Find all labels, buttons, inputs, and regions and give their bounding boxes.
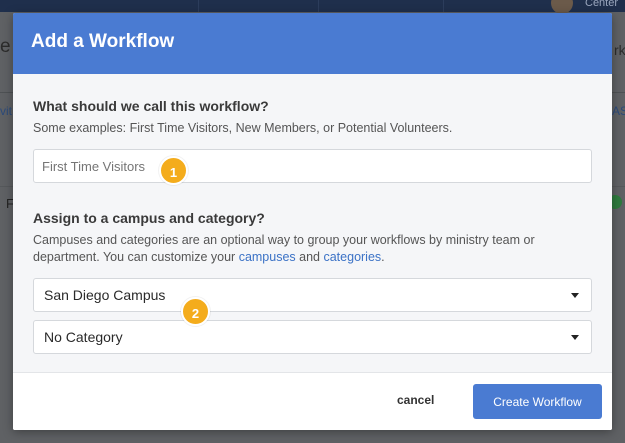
workflow-name-help: Some examples: First Time Visitors, New … [33,121,453,135]
user-avatar [551,0,573,14]
background-tab: vit [0,104,12,118]
step-badge-2: 2 [181,297,210,326]
add-workflow-dialog: Add a Workflow What should we call this … [13,13,612,430]
topbar-divider [318,0,319,12]
background-page-title-right: rkfl [614,42,625,58]
campus-category-section: Assign to a campus and category? Campuse… [33,210,592,354]
dialog-footer: cancel Create Workflow [13,372,612,430]
workflow-name-section: What should we call this workflow? Some … [33,98,592,183]
workflow-name-input[interactable] [33,149,592,183]
campus-select-value: San Diego Campus [44,287,166,303]
campus-select[interactable]: San Diego Campus [33,278,592,312]
campus-category-question: Assign to a campus and category? [33,210,265,226]
category-select-value: No Category [44,329,123,345]
categories-link[interactable]: categories [323,250,381,264]
dialog-body: What should we call this workflow? Some … [13,74,612,372]
dialog-title: Add a Workflow [31,31,175,52]
campus-category-help: Campuses and categories are an optional … [33,232,592,266]
topbar-divider [443,0,444,12]
chevron-down-icon [571,293,579,298]
background-topbar: Center [0,0,625,14]
chevron-down-icon [571,335,579,340]
step-badge-1: 1 [159,156,188,185]
topbar-text: Center [585,0,619,9]
topbar-divider [198,0,199,12]
cancel-button[interactable]: cancel [397,393,434,407]
workflow-name-question: What should we call this workflow? [33,98,269,114]
help-text: . [381,250,385,264]
help-text: and [295,250,324,264]
category-select[interactable]: No Category [33,320,592,354]
dialog-header: Add a Workflow [13,13,612,74]
create-workflow-button[interactable]: Create Workflow [473,384,602,419]
background-tab: AS [612,104,625,118]
campuses-link[interactable]: campuses [239,250,296,264]
